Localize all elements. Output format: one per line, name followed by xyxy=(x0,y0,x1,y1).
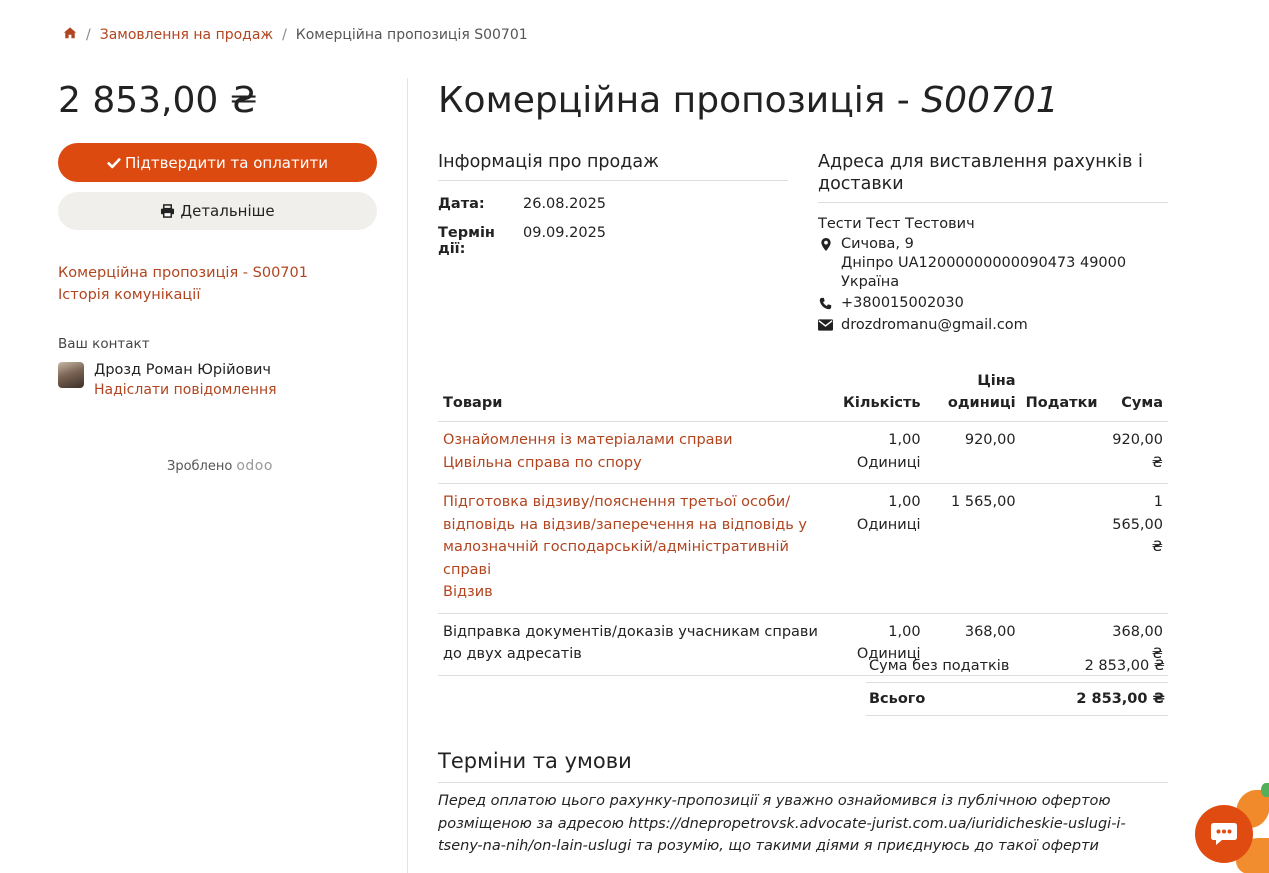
sale-info-section: Інформація про продаж Дата: 26.08.2025 Т… xyxy=(438,151,788,257)
col-unit-price: Ціна одиниці xyxy=(925,370,1021,422)
page-title-prefix: Комерційна пропозиція - xyxy=(438,80,922,121)
confirm-and-pay-label: Підтвердити та оплатити xyxy=(125,153,328,172)
sidebar-link-history[interactable]: Історія комунікації xyxy=(58,287,200,303)
decor-green-shape xyxy=(1261,783,1269,797)
contact-name: Дрозд Роман Юрійович xyxy=(94,362,271,378)
untaxed-row: Сума без податків 2 853,00 ₴ xyxy=(866,650,1168,683)
quote-amount: 2 853,00 ₴ xyxy=(58,80,258,121)
line-sum: 1 565,00 ₴ xyxy=(1102,483,1168,614)
line-qty: 1,00 xyxy=(888,432,921,448)
col-unit-price-line2: одиниці xyxy=(947,395,1016,411)
address-phone: +380015002030 xyxy=(841,295,964,311)
envelope-icon xyxy=(818,315,833,335)
powered-by-label: Зроблено xyxy=(167,458,233,474)
total-value: 2 853,00 ₴ xyxy=(1076,691,1165,707)
line-qty: 1,00 xyxy=(888,494,921,510)
address-city: Дніпро UA12000000000090473 49000 xyxy=(841,255,1127,271)
sidebar-link-quotation[interactable]: Комерційна пропозиція - S00701 xyxy=(58,265,308,281)
total-row: Всього 2 853,00 ₴ xyxy=(866,683,1168,716)
line-product-desc: Відзив xyxy=(443,584,493,600)
breadcrumb-separator: / xyxy=(282,27,287,43)
breadcrumb-sales-orders[interactable]: Замовлення на продаж xyxy=(100,27,273,43)
details-button[interactable]: Детальніше xyxy=(58,192,377,230)
powered-by: Зроблено odoo xyxy=(167,458,273,474)
line-sum: 920,00 ₴ xyxy=(1102,421,1168,484)
col-unit-price-line1: Ціна xyxy=(977,373,1016,389)
table-row: Ознайомлення із матеріалами справи Цивіл… xyxy=(438,421,1168,484)
phone-icon xyxy=(818,293,833,313)
order-lines-table: Товари Кількість Ціна одиниці Податки Сум… xyxy=(438,370,1168,676)
address-section: Адреса для виставлення рахунків і достав… xyxy=(818,151,1168,335)
chat-bubble-icon xyxy=(1211,823,1237,845)
terms-title: Терміни та умови xyxy=(438,747,1168,783)
home-icon[interactable] xyxy=(63,26,77,44)
salesperson-contact: Дрозд Роман Юрійович Надіслати повідомле… xyxy=(58,361,277,400)
validity-label: Термін дії: xyxy=(438,225,495,257)
breadcrumb-current: Комерційна пропозиція S00701 xyxy=(295,27,528,43)
address-title: Адреса для виставлення рахунків і достав… xyxy=(818,151,1168,203)
col-product: Товари xyxy=(438,370,838,422)
line-product-desc: Цивільна справа по спору xyxy=(443,454,642,471)
line-price: 920,00 xyxy=(925,421,1021,484)
confirm-and-pay-button[interactable]: Підтвердити та оплатити xyxy=(58,143,377,182)
validity-row: Термін дії: 09.09.2025 xyxy=(438,225,788,257)
date-row: Дата: 26.08.2025 xyxy=(438,196,788,225)
total-label: Всього xyxy=(869,691,926,707)
sidebar-links: Комерційна пропозиція - S00701 Історія к… xyxy=(58,262,308,306)
contact-label: Ваш контакт xyxy=(58,336,150,352)
untaxed-label: Сума без податків xyxy=(869,658,1010,674)
terms-text: Перед оплатою цього рахунку-пропозиції я… xyxy=(438,793,1126,854)
sidebar: 2 853,00 ₴ Підтвердити та оплатити Детал… xyxy=(58,78,378,474)
customer-name: Тести Тест Тестович xyxy=(818,216,975,232)
address-country: Україна xyxy=(841,273,900,290)
send-message-link[interactable]: Надіслати повідомлення xyxy=(94,382,277,398)
table-row: Підготовка відзиву/пояснення третьої осо… xyxy=(438,483,1168,614)
page-title-ref: S00701 xyxy=(921,80,1059,121)
line-product-name: Ознайомлення із матеріалами справи xyxy=(443,432,733,448)
col-taxes: Податки xyxy=(1020,370,1103,422)
column-divider xyxy=(407,78,408,873)
date-label: Дата: xyxy=(438,196,485,212)
breadcrumb: / Замовлення на продаж / Комерційна проп… xyxy=(63,25,528,45)
totals-block: Сума без податків 2 853,00 ₴ Всього 2 85… xyxy=(866,650,1168,716)
line-taxes xyxy=(1020,483,1103,614)
check-icon xyxy=(107,157,121,168)
line-product-name: Підготовка відзиву/пояснення третьої осо… xyxy=(443,494,808,578)
breadcrumb-separator: / xyxy=(86,27,91,43)
table-header-row: Товари Кількість Ціна одиниці Податки Сум… xyxy=(438,370,1168,422)
line-taxes xyxy=(1020,421,1103,484)
line-qty: 1,00 xyxy=(888,623,921,640)
address-street: Сичова, 9 xyxy=(841,236,914,252)
line-price: 1 565,00 xyxy=(925,483,1021,614)
live-chat-button[interactable] xyxy=(1195,805,1253,863)
col-sum: Сума xyxy=(1102,370,1168,422)
col-qty: Кількість xyxy=(838,370,926,422)
avatar xyxy=(58,362,84,388)
quotation-main: Комерційна пропозиція - S00701 Інформаці… xyxy=(438,78,1168,854)
date-value: 26.08.2025 xyxy=(523,196,607,212)
details-label: Детальніше xyxy=(180,202,275,220)
line-uom: Одиниці xyxy=(856,516,921,533)
sale-info-title: Інформація про продаж xyxy=(438,151,788,181)
print-icon xyxy=(161,204,175,218)
address-email: drozdromanu@gmail.com xyxy=(841,317,1028,333)
line-uom: Одиниці xyxy=(856,454,921,471)
validity-value: 09.09.2025 xyxy=(523,225,607,241)
map-marker-icon xyxy=(818,234,833,254)
page-title: Комерційна пропозиція - S00701 xyxy=(438,78,1168,124)
untaxed-value: 2 853,00 ₴ xyxy=(1084,658,1165,674)
odoo-logo[interactable]: odoo xyxy=(236,458,273,474)
line-product-name: Відправка документів/доказів учасникам с… xyxy=(443,623,818,663)
